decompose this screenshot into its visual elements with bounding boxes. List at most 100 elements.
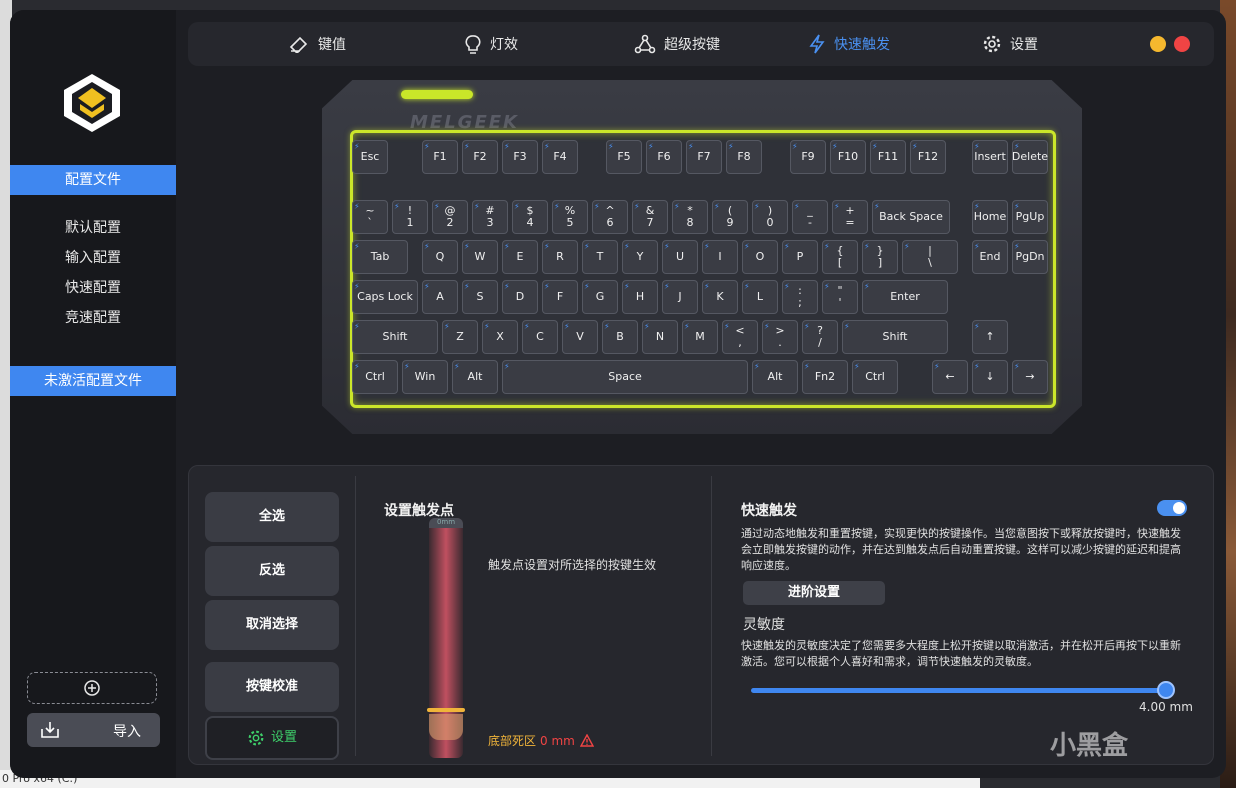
- key-x[interactable]: X: [482, 320, 518, 354]
- key-j[interactable]: J: [662, 280, 698, 314]
- key-home[interactable]: Home: [972, 200, 1008, 234]
- key-%-5[interactable]: %5: [552, 200, 588, 234]
- invert-selection-button[interactable]: 反选: [205, 546, 339, 596]
- key-f4[interactable]: F4: [542, 140, 578, 174]
- key-f10[interactable]: F10: [830, 140, 866, 174]
- key-shift[interactable]: Shift: [352, 320, 438, 354]
- key-f2[interactable]: F2: [462, 140, 498, 174]
- key-t[interactable]: T: [582, 240, 618, 274]
- rapid-trigger-toggle[interactable]: [1157, 500, 1187, 516]
- key-+-=[interactable]: +=: [832, 200, 868, 234]
- key-z[interactable]: Z: [442, 320, 478, 354]
- select-all-button[interactable]: 全选: [205, 492, 339, 542]
- key-e[interactable]: E: [502, 240, 538, 274]
- key-ctrl[interactable]: Ctrl: [852, 360, 898, 394]
- key-}-][interactable]: }]: [862, 240, 898, 274]
- trigger-point-thumb[interactable]: [427, 708, 465, 712]
- key-<-,[interactable]: <,: [722, 320, 758, 354]
- sidebar-item-default[interactable]: 默认配置: [10, 213, 176, 243]
- tab-rapid-trigger[interactable]: 快速触发: [808, 22, 890, 66]
- key->-.[interactable]: >.: [762, 320, 798, 354]
- key-:-;[interactable]: :;: [782, 280, 818, 314]
- key-tab[interactable]: Tab: [352, 240, 408, 274]
- key-n[interactable]: N: [642, 320, 678, 354]
- tab-settings[interactable]: 设置: [982, 22, 1038, 66]
- key-&-7[interactable]: &7: [632, 200, 668, 234]
- key-caps-lock[interactable]: Caps Lock: [352, 280, 418, 314]
- close-button[interactable]: [1174, 36, 1190, 52]
- key-h[interactable]: H: [622, 280, 658, 314]
- key-g[interactable]: G: [582, 280, 618, 314]
- key-shift[interactable]: Shift: [842, 320, 948, 354]
- key-esc[interactable]: Esc: [352, 140, 388, 174]
- key-f6[interactable]: F6: [646, 140, 682, 174]
- deselect-button[interactable]: 取消选择: [205, 600, 339, 650]
- key-f8[interactable]: F8: [726, 140, 762, 174]
- key-alt[interactable]: Alt: [752, 360, 798, 394]
- key-u[interactable]: U: [662, 240, 698, 274]
- key-y[interactable]: Y: [622, 240, 658, 274]
- key-?-/[interactable]: ?/: [802, 320, 838, 354]
- tab-key-value[interactable]: 键值: [288, 22, 346, 66]
- key-a[interactable]: A: [422, 280, 458, 314]
- key-f9[interactable]: F9: [790, 140, 826, 174]
- key-r[interactable]: R: [542, 240, 578, 274]
- key-ctrl[interactable]: Ctrl: [352, 360, 398, 394]
- key-~-`[interactable]: ~`: [352, 200, 388, 234]
- key-#-3[interactable]: #3: [472, 200, 508, 234]
- key-↑[interactable]: ↑: [972, 320, 1008, 354]
- sensitivity-slider-track[interactable]: [751, 688, 1167, 693]
- key-(-9[interactable]: (9: [712, 200, 748, 234]
- key-→[interactable]: →: [1012, 360, 1048, 394]
- key-o[interactable]: O: [742, 240, 778, 274]
- key-pgup[interactable]: PgUp: [1012, 200, 1048, 234]
- key-back-space[interactable]: Back Space: [872, 200, 950, 234]
- key-↓[interactable]: ↓: [972, 360, 1008, 394]
- key-enter[interactable]: Enter: [862, 280, 948, 314]
- key-_--[interactable]: _-: [792, 200, 828, 234]
- key-q[interactable]: Q: [422, 240, 458, 274]
- trigger-point-slider[interactable]: 0mm: [427, 518, 465, 758]
- key-$-4[interactable]: $4: [512, 200, 548, 234]
- sidebar-inactive-profiles[interactable]: 未激活配置文件: [10, 366, 176, 396]
- key-fn2[interactable]: Fn2: [802, 360, 848, 394]
- key-c[interactable]: C: [522, 320, 558, 354]
- key-calibrate-button[interactable]: 按键校准: [205, 662, 339, 712]
- tab-lighting[interactable]: 灯效: [464, 22, 518, 66]
- key-)-0[interactable]: )0: [752, 200, 788, 234]
- key-p[interactable]: P: [782, 240, 818, 274]
- key-space[interactable]: Space: [502, 360, 748, 394]
- key-b[interactable]: B: [602, 320, 638, 354]
- key-d[interactable]: D: [502, 280, 538, 314]
- key-l[interactable]: L: [742, 280, 778, 314]
- key-f[interactable]: F: [542, 280, 578, 314]
- key-!-1[interactable]: !1: [392, 200, 428, 234]
- key-v[interactable]: V: [562, 320, 598, 354]
- sidebar-profiles-header[interactable]: 配置文件: [10, 165, 176, 195]
- key-{-[[interactable]: {[: [822, 240, 858, 274]
- key-@-2[interactable]: @2: [432, 200, 468, 234]
- panel-settings-button[interactable]: 设置: [205, 716, 339, 760]
- add-profile-button[interactable]: [27, 672, 157, 704]
- key-←[interactable]: ←: [932, 360, 968, 394]
- key-i[interactable]: I: [702, 240, 738, 274]
- key-alt[interactable]: Alt: [452, 360, 498, 394]
- sidebar-item-quick[interactable]: 快速配置: [10, 273, 176, 303]
- key-end[interactable]: End: [972, 240, 1008, 274]
- key-f7[interactable]: F7: [686, 140, 722, 174]
- key-pgdn[interactable]: PgDn: [1012, 240, 1048, 274]
- key-*-8[interactable]: *8: [672, 200, 708, 234]
- key-f11[interactable]: F11: [870, 140, 906, 174]
- tab-super-key[interactable]: 超级按键: [634, 22, 720, 66]
- sensitivity-slider-thumb[interactable]: [1157, 681, 1175, 699]
- key-insert[interactable]: Insert: [972, 140, 1008, 174]
- key-f5[interactable]: F5: [606, 140, 642, 174]
- key-f12[interactable]: F12: [910, 140, 946, 174]
- minimize-button[interactable]: [1150, 36, 1166, 52]
- key-m[interactable]: M: [682, 320, 718, 354]
- key-f3[interactable]: F3: [502, 140, 538, 174]
- advanced-settings-button[interactable]: 进阶设置: [743, 581, 885, 605]
- key-k[interactable]: K: [702, 280, 738, 314]
- key-f1[interactable]: F1: [422, 140, 458, 174]
- sidebar-item-racing[interactable]: 竞速配置: [10, 303, 176, 333]
